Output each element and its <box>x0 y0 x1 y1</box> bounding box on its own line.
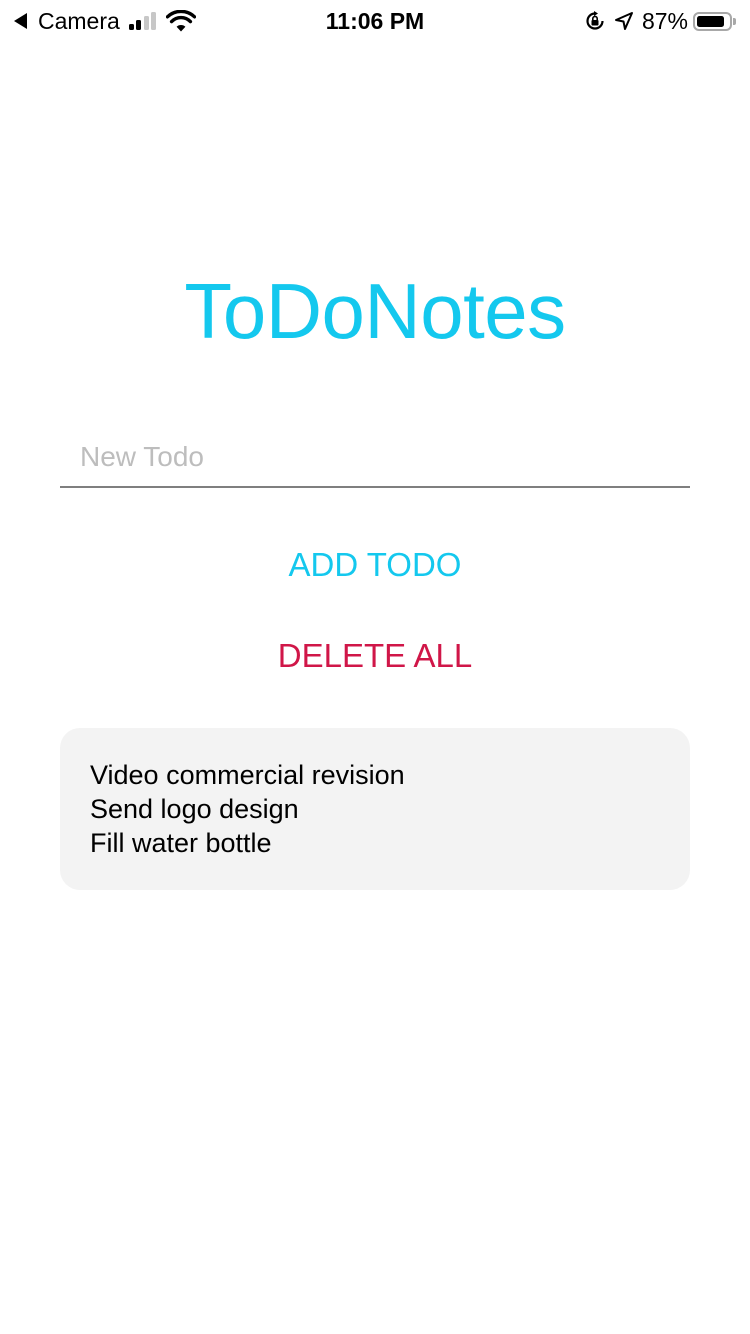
add-todo-button[interactable]: ADD TODO <box>0 545 750 585</box>
add-todo-button-label: ADD TODO <box>288 546 462 583</box>
delete-all-button[interactable]: DELETE ALL <box>0 636 750 676</box>
todo-item: Fill water bottle <box>90 828 272 858</box>
delete-all-button-label: DELETE ALL <box>277 637 473 674</box>
status-right-indicators: 87% <box>584 7 736 35</box>
battery-icon <box>693 11 732 31</box>
status-bar: Camera 11:06 PM 87% <box>0 0 750 40</box>
battery-cap <box>733 17 736 25</box>
orientation-lock-icon <box>586 11 604 30</box>
app-title: ToDoNotes <box>184 267 566 355</box>
todo-item: Video commercial revision <box>90 760 405 790</box>
battery-percentage: 87% <box>641 8 688 34</box>
todo-item: Send logo design <box>90 794 299 824</box>
battery-level-fill <box>697 15 724 27</box>
new-todo-input[interactable] <box>60 428 690 488</box>
todo-list: Video commercial revision Send logo desi… <box>60 728 690 890</box>
location-arrow-icon <box>614 12 633 30</box>
